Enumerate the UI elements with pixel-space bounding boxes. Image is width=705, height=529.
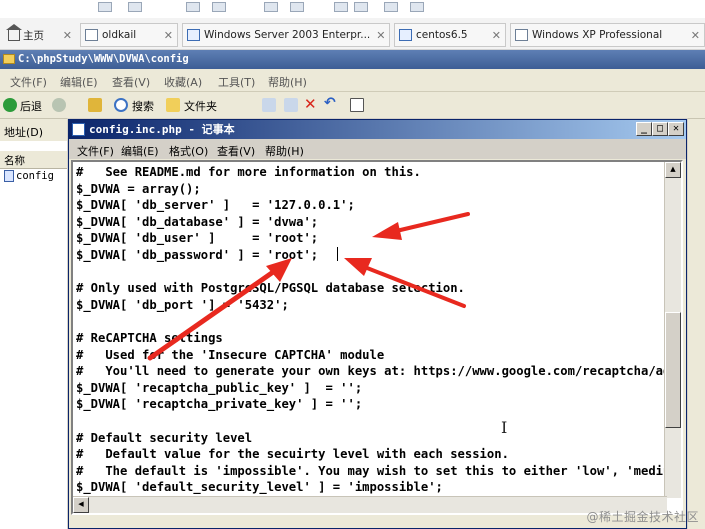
arrow-head: [344, 258, 372, 276]
watermark: @稀土掘金技术社区: [586, 510, 699, 524]
arrow-head: [266, 258, 292, 282]
arrow-head: [372, 222, 402, 240]
arrow-to-db-user: [390, 212, 470, 234]
arrow-from-settings: [147, 267, 279, 361]
annotation-arrows: [147, 212, 470, 361]
arrow-to-db-password: [360, 264, 466, 308]
